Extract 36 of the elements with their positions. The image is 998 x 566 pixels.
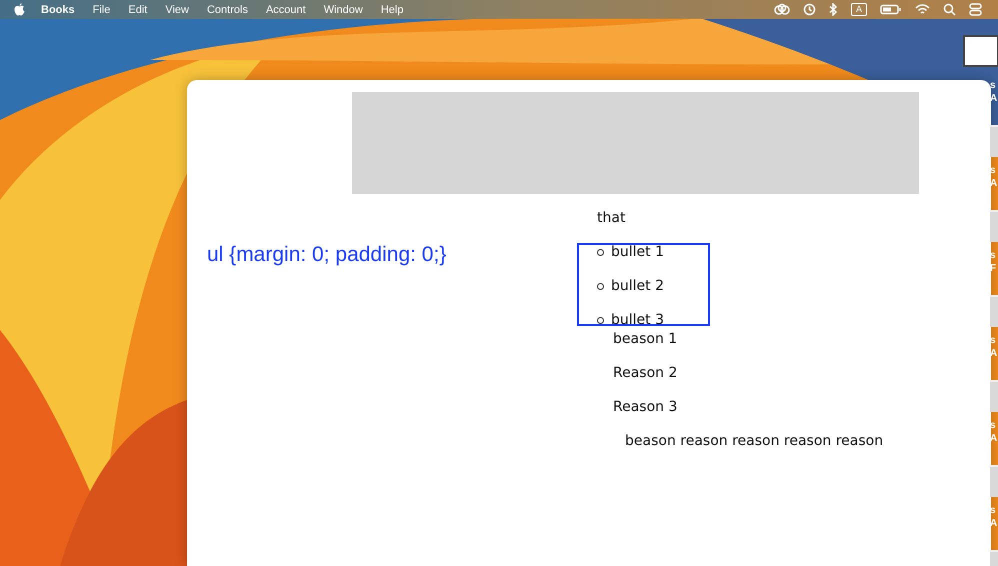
css-note: ul {margin: 0; padding: 0;} [207,243,446,267]
reason-text: Reason 2 [613,364,678,383]
menu-item[interactable]: View [165,4,189,16]
reason-text: beason 1 [613,330,678,349]
menu-item[interactable]: File [92,4,110,16]
battery-icon[interactable] [880,3,902,16]
heading-text: that [597,209,626,227]
file-name[interactable]: s [990,79,998,92]
file-thumbnail[interactable] [963,35,998,67]
file-name[interactable]: A [990,432,998,445]
menu-item[interactable]: Window [324,4,363,16]
search-icon[interactable] [943,3,956,16]
bluetooth-icon[interactable] [828,3,838,16]
list-item: bullet 2 [611,277,664,295]
list-item: bullet 1 [611,243,664,261]
bullet-icon [597,316,604,324]
file-name[interactable]: A [990,177,998,190]
file-name[interactable]: A [990,517,998,530]
cloud-icon[interactable] [774,3,790,16]
bullet-icon [597,248,604,256]
menu-item[interactable]: Account [266,4,306,16]
file-name[interactable]: A [990,347,998,360]
apple-logo-icon[interactable] [14,3,25,16]
menu-item[interactable]: Help [380,4,404,16]
app-menu[interactable]: Books [41,4,75,16]
list-item: bullet 3 [611,311,664,329]
wifi-icon[interactable] [915,3,930,16]
file-name[interactable]: A [990,92,998,105]
menu-item[interactable]: Edit [128,4,148,16]
menu-item[interactable]: Controls [206,4,248,16]
paragraph-text: beason reason reason reason reason [625,432,884,450]
toggles-icon[interactable] [969,3,982,16]
clock-icon[interactable] [802,3,816,16]
input-source-indicator[interactable]: A [850,3,867,16]
reason-text: Reason 3 [613,398,678,417]
bullet-icon [597,282,604,290]
